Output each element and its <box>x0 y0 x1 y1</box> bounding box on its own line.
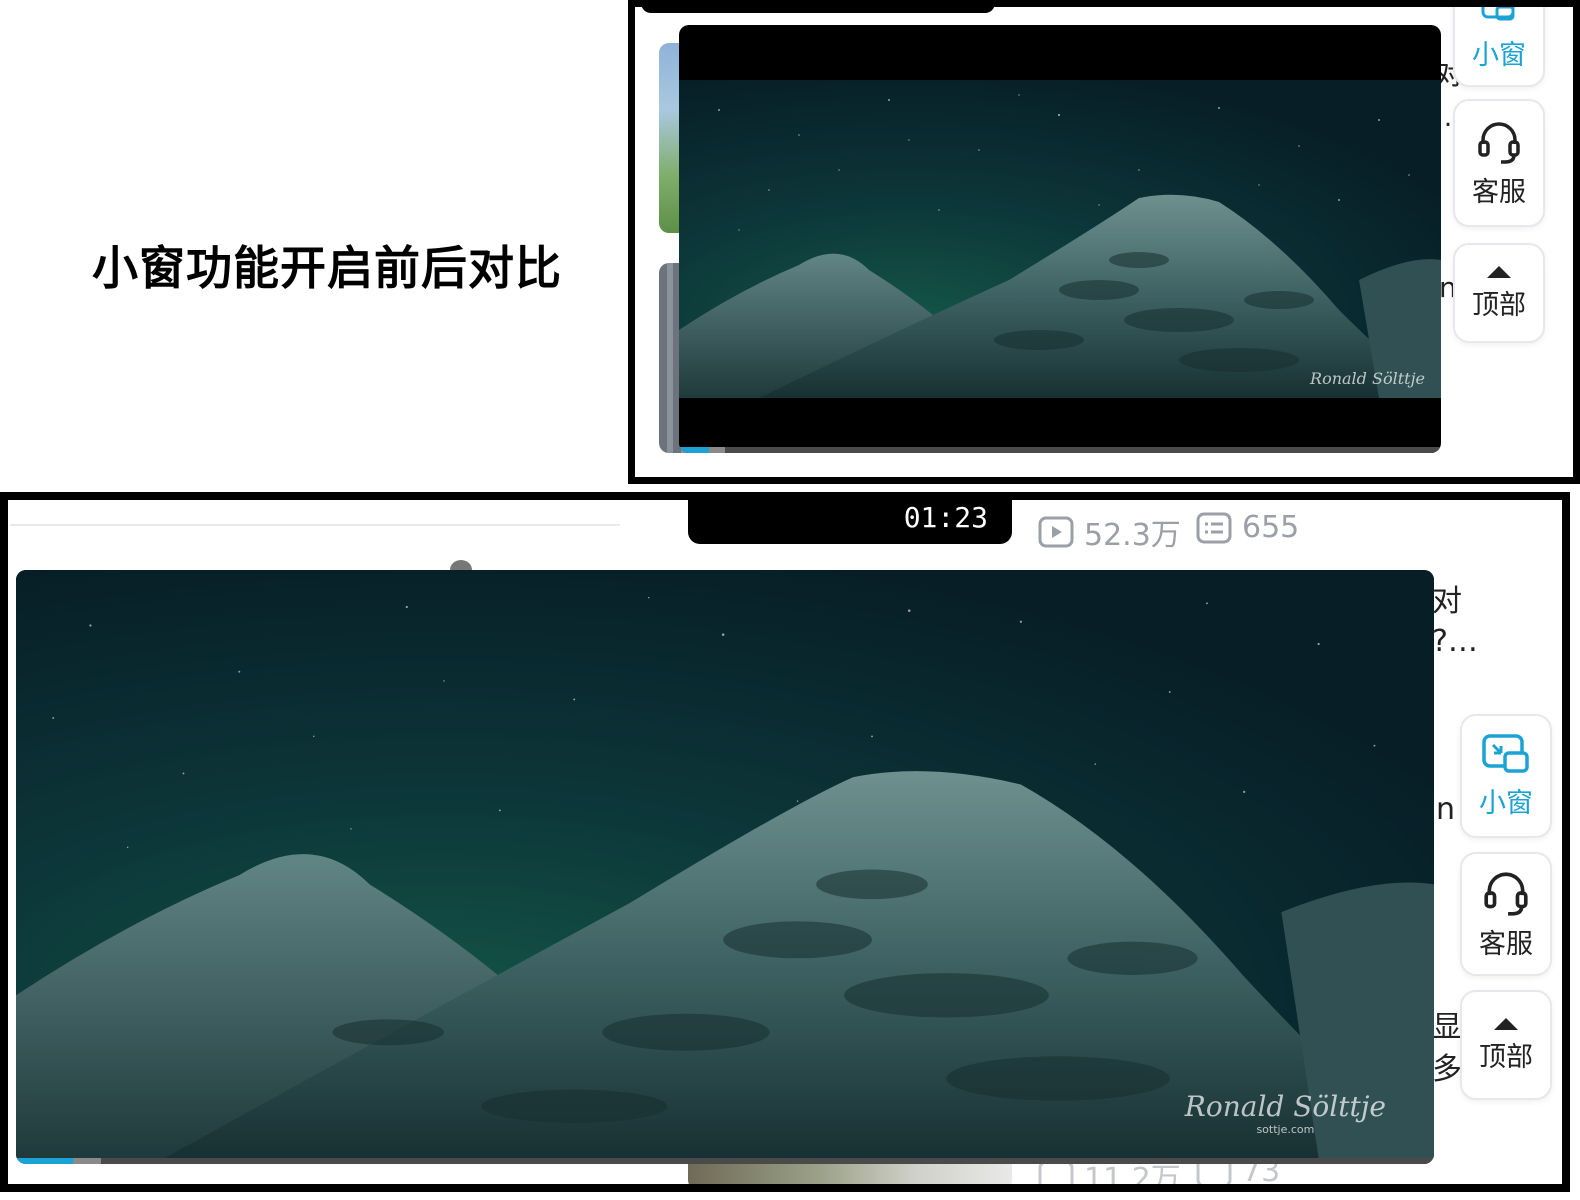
comparison-title: 小窗功能开启前后对比 <box>92 241 562 295</box>
floating-video-player[interactable]: Ronald Sölttje <box>679 25 1441 453</box>
top-bar-fragment <box>641 7 995 13</box>
video-frame: Ronald Sölttje sottje.com <box>16 570 1434 1158</box>
headset-icon <box>1484 871 1528 916</box>
caret-up-icon <box>1487 265 1511 278</box>
mini-window-icon <box>1481 7 1515 20</box>
headset-icon <box>1478 121 1520 164</box>
play-count-icon <box>1038 1160 1074 1184</box>
text-fragment: 对 <box>1432 584 1462 619</box>
video-progress-fill <box>16 1158 73 1164</box>
video-duration: 01:23 <box>903 501 988 534</box>
back-to-top-label: 顶部 <box>1479 1041 1533 1073</box>
video-progress-bar[interactable] <box>16 1158 1434 1164</box>
divider-line <box>10 524 620 526</box>
back-to-top-label: 顶部 <box>1472 289 1526 321</box>
customer-service-label: 客服 <box>1472 176 1526 208</box>
video-watermark: Ronald Sölttje <box>1310 369 1425 388</box>
mini-window-label: 小窗 <box>1479 787 1533 819</box>
back-to-top-button[interactable]: 顶部 <box>1460 990 1552 1100</box>
duration-badge: 01:23 <box>688 500 1012 544</box>
mini-window-label: 小窗 <box>1472 39 1526 71</box>
danmaku-icon <box>1196 512 1232 543</box>
watermark-url: sottje.com <box>1256 1123 1315 1136</box>
before-panel: 对 … n 小窗 客服 顶部 Ronald Sölttje <box>628 0 1580 484</box>
customer-service-label: 客服 <box>1479 928 1533 960</box>
video-progress-bar[interactable] <box>679 447 1441 453</box>
after-panel: 01:23 52.3万 655 对 ?… n 显示 多. <box>0 492 1570 1192</box>
customer-service-button[interactable]: 客服 <box>1453 99 1545 227</box>
mountain-scene <box>679 80 1441 398</box>
comment-count: 655 <box>1196 510 1299 545</box>
floating-video-player[interactable]: Ronald Sölttje sottje.com <box>16 570 1434 1164</box>
view-count: 52.3万 <box>1038 510 1181 554</box>
view-count-value: 52.3万 <box>1084 518 1181 553</box>
comment-count-value: 655 <box>1242 510 1300 545</box>
text-fragment: n <box>1436 792 1456 827</box>
mini-window-button[interactable]: 小窗 <box>1453 7 1545 87</box>
watermark-signature: Ronald Sölttje <box>1184 1090 1386 1123</box>
mountain-scene <box>16 570 1434 1158</box>
text-fragment: ?… <box>1432 624 1478 659</box>
back-to-top-button[interactable]: 顶部 <box>1453 243 1545 343</box>
caret-up-icon <box>1494 1017 1518 1030</box>
mini-window-button[interactable]: 小窗 <box>1460 714 1552 838</box>
customer-service-button[interactable]: 客服 <box>1460 852 1552 976</box>
comparison-stage: 小窗功能开启前后对比 对 … n 小窗 客服 顶部 Ronald Sölttje… <box>0 0 1580 1200</box>
mini-window-icon <box>1482 733 1529 773</box>
play-count-icon <box>1038 516 1074 548</box>
video-frame: Ronald Sölttje <box>679 80 1441 398</box>
video-progress-fill <box>679 447 710 453</box>
video-watermark: Ronald Sölttje sottje.com <box>1185 1090 1386 1136</box>
